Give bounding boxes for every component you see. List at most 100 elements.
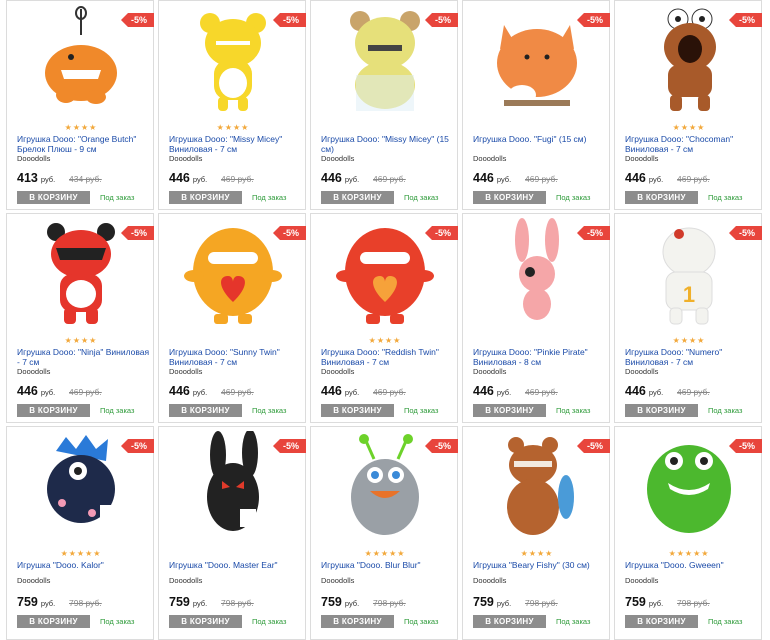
old-price: 798 руб. — [221, 598, 254, 608]
brand-label: Dooodolls — [169, 367, 203, 376]
brown-beary-fishy-plush-icon — [482, 431, 592, 541]
add-to-cart-button[interactable]: В КОРЗИНУ — [473, 191, 546, 204]
add-to-cart-button[interactable]: В КОРЗИНУ — [17, 404, 90, 417]
discount-badge: -5% — [728, 439, 762, 453]
availability-label: Под заказ — [708, 406, 743, 415]
product-card[interactable]: -5% ★★★★ Игрушка Dooo: "Chocoman" Винило… — [614, 0, 762, 210]
discount-badge: -5% — [424, 439, 458, 453]
price-value: 446 — [321, 384, 342, 398]
product-name-link[interactable]: Игрушка "Dooo. Gweeen" — [625, 560, 759, 570]
old-price: 469 руб. — [69, 387, 102, 397]
currency-label: руб. — [40, 388, 56, 397]
old-price: 469 руб. — [221, 174, 254, 184]
product-card[interactable]: -5% ★★★★ Игрушка Dooo: "Missy Micey" Вин… — [158, 0, 306, 210]
currency-label: руб. — [496, 175, 512, 184]
product-card[interactable]: -5% Игрушка Dooo: "Sunny Twin" Виниловая… — [158, 213, 306, 423]
price-value: 446 — [625, 384, 646, 398]
product-card[interactable]: -5% Игрушка Dooo. "Fugi" (15 см) Dooodol… — [462, 0, 610, 210]
product-name-link[interactable]: Игрушка Dooo: "Chocoman" Виниловая - 7 с… — [625, 134, 759, 154]
currency-label: руб. — [40, 599, 56, 608]
price-value: 759 — [321, 595, 342, 609]
currency-label: руб. — [648, 599, 664, 608]
product-name-link[interactable]: Игрушка Dooo: "Missy Micey" Виниловая - … — [169, 134, 303, 154]
add-to-cart-button[interactable]: В КОРЗИНУ — [17, 191, 90, 204]
yellow-bear-vinyl-icon — [178, 5, 288, 115]
price: 446 руб. — [17, 384, 55, 398]
product-name-link[interactable]: Игрушка Dooo: "Pinkie Pirate" Виниловая … — [473, 347, 607, 367]
add-to-cart-button[interactable]: В КОРЗИНУ — [625, 191, 698, 204]
price: 446 руб. — [473, 384, 511, 398]
product-card[interactable]: -5% Игрушка Dooo: "Missy Micey" (15 см) … — [310, 0, 458, 210]
price: 759 руб. — [321, 595, 359, 609]
price: 759 руб. — [169, 595, 207, 609]
currency-label: руб. — [40, 175, 56, 184]
old-price: 798 руб. — [677, 598, 710, 608]
product-name-link[interactable]: Игрушка Dooo: "Ninja" Виниловая - 7 см — [17, 347, 151, 367]
brand-label: Dooodolls — [473, 367, 507, 376]
price: 759 руб. — [473, 595, 511, 609]
product-card[interactable]: -5% ★★★★★ Игрушка "Dooo. Gweeen" Dooodol… — [614, 426, 762, 640]
product-name-link[interactable]: Игрушка "Dooo. Kalor" — [17, 560, 151, 570]
product-card[interactable]: -5% ★★★★ Игрушка "Beary Fishy" (30 см) D… — [462, 426, 610, 640]
add-to-cart-button[interactable]: В КОРЗИНУ — [473, 615, 546, 628]
discount-badge: -5% — [120, 439, 154, 453]
add-to-cart-button[interactable]: В КОРЗИНУ — [321, 404, 394, 417]
rating-stars: ★★★★ — [216, 123, 250, 132]
navy-kalor-plush-icon — [26, 431, 136, 541]
price-value: 759 — [625, 595, 646, 609]
product-name-link[interactable]: Игрушка "Dooo. Blur Blur" — [321, 560, 455, 570]
product-card[interactable]: -5% ★★★★ Игрушка Dooo: "Ninja" Виниловая… — [6, 213, 154, 423]
product-name-link[interactable]: Игрушка Dooo: "Sunny Twin" Виниловая - 7… — [169, 347, 303, 367]
brand-label: Dooodolls — [321, 367, 355, 376]
availability-label: Под заказ — [404, 617, 439, 626]
product-card[interactable]: -5% ★★★★ Игрушка Dooo: "Reddish Twin" Ви… — [310, 213, 458, 423]
add-to-cart-button[interactable]: В КОРЗИНУ — [321, 191, 394, 204]
brand-label: Dooodolls — [473, 154, 507, 163]
add-to-cart-button[interactable]: В КОРЗИНУ — [17, 615, 90, 628]
product-name-link[interactable]: Игрушка Dooo: "Numero" Виниловая - 7 см — [625, 347, 759, 367]
add-to-cart-button[interactable]: В КОРЗИНУ — [625, 404, 698, 417]
add-to-cart-button[interactable]: В КОРЗИНУ — [473, 404, 546, 417]
price-value: 759 — [473, 595, 494, 609]
price-value: 759 — [17, 595, 38, 609]
brand-label: Dooodolls — [625, 367, 659, 376]
add-to-cart-button[interactable]: В КОРЗИНУ — [625, 615, 698, 628]
price: 446 руб. — [169, 384, 207, 398]
currency-label: руб. — [192, 599, 208, 608]
product-card[interactable]: -5% ★★★★★ Игрушка "Dooo. Kalor" Dooodoll… — [6, 426, 154, 640]
product-name-link[interactable]: Игрушка "Beary Fishy" (30 см) — [473, 560, 607, 570]
availability-label: Под заказ — [252, 406, 287, 415]
product-name-link[interactable]: Игрушка Dooo: "Missy Micey" (15 см) — [321, 134, 455, 154]
old-price: 469 руб. — [677, 174, 710, 184]
grey-blur-blur-plush-icon — [330, 431, 440, 541]
currency-label: руб. — [192, 388, 208, 397]
product-card[interactable]: -5% Игрушка Dooo: "Pinkie Pirate" Винило… — [462, 213, 610, 423]
product-card[interactable]: 1 -5% ★★★★ Игрушка Dooo: "Numero" Винило… — [614, 213, 762, 423]
discount-badge: -5% — [576, 226, 610, 240]
brown-chocoman-icon — [634, 5, 744, 115]
price: 413 руб. — [17, 171, 55, 185]
product-card[interactable]: -5% ★★★★★ Игрушка "Dooo. Blur Blur" Dooo… — [310, 426, 458, 640]
brand-label: Dooodolls — [321, 576, 355, 585]
product-name-link[interactable]: Игрушка "Dooo. Master Ear" — [169, 560, 303, 570]
brand-label: Dooodolls — [625, 154, 659, 163]
price-value: 413 — [17, 171, 38, 185]
product-name-link[interactable]: Игрушка Dooo: "Orange Butch" Брелок Плюш… — [17, 134, 151, 154]
add-to-cart-button[interactable]: В КОРЗИНУ — [321, 615, 394, 628]
old-price: 469 руб. — [677, 387, 710, 397]
currency-label: руб. — [496, 388, 512, 397]
add-to-cart-button[interactable]: В КОРЗИНУ — [169, 615, 242, 628]
product-card[interactable]: -5% ★★★★ Игрушка Dooo: "Orange Butch" Бр… — [6, 0, 154, 210]
product-name-link[interactable]: Игрушка Dooo: "Reddish Twin" Виниловая -… — [321, 347, 455, 367]
orange-dino-plush-icon — [26, 5, 136, 115]
add-to-cart-button[interactable]: В КОРЗИНУ — [169, 191, 242, 204]
rating-stars: ★★★★★ — [60, 549, 102, 558]
product-card[interactable]: -5% Игрушка "Dooo. Master Ear" Dooodolls… — [158, 426, 306, 640]
discount-badge: -5% — [728, 13, 762, 27]
red-ninja-bear-icon — [26, 218, 136, 328]
red-reddish-twin-icon — [330, 218, 440, 328]
product-name-link[interactable]: Игрушка Dooo. "Fugi" (15 см) — [473, 134, 607, 144]
discount-badge: -5% — [272, 13, 306, 27]
price-value: 759 — [169, 595, 190, 609]
add-to-cart-button[interactable]: В КОРЗИНУ — [169, 404, 242, 417]
